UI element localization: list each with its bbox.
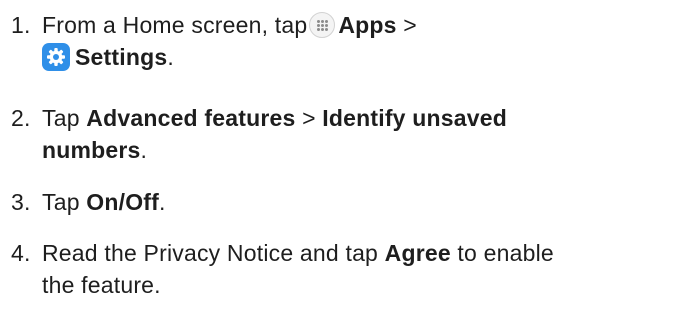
step-text: From a Home screen, tap Apps > Settings. xyxy=(42,9,672,73)
step-text-run: From a Home screen, tap xyxy=(42,12,308,38)
step-text-run: Tap xyxy=(42,105,87,131)
step-number: 4. xyxy=(11,240,31,266)
step-line: Tap Advanced features > Identify unsaved xyxy=(42,102,672,134)
step-text-run: . xyxy=(159,189,166,215)
settings-gear-icon xyxy=(42,43,70,71)
step-number: 1. xyxy=(11,12,31,38)
step-line: Settings. xyxy=(42,41,672,73)
step-text-run: Read the Privacy Notice and tap xyxy=(42,240,385,266)
on-off-label: On/Off xyxy=(86,189,160,215)
step-number: 2. xyxy=(11,105,31,131)
apps-icon xyxy=(309,12,336,38)
step-text-run: > xyxy=(396,12,417,38)
step-number: 3. xyxy=(11,189,31,215)
step-text-run: Tap xyxy=(42,189,87,215)
step-line: numbers. xyxy=(42,134,672,166)
step-line: From a Home screen, tap Apps > xyxy=(42,9,672,41)
apps-label: Apps xyxy=(338,12,397,38)
step-text-run: > xyxy=(295,105,323,131)
step-text: Read the Privacy Notice and tap Agree to… xyxy=(42,237,672,301)
settings-label: Settings xyxy=(75,44,168,70)
step-line: Read the Privacy Notice and tap Agree to… xyxy=(42,237,672,269)
numbers-label: numbers xyxy=(42,137,141,163)
agree-label: Agree xyxy=(384,240,451,266)
step-line: Tap On/Off. xyxy=(42,186,672,218)
identify-unsaved-label: Identify unsaved xyxy=(322,105,507,131)
step-text-run: to enable xyxy=(450,240,554,266)
step-text-run: . xyxy=(167,44,174,70)
step-text-run: . xyxy=(140,137,148,163)
step-text-run: the feature. xyxy=(42,272,161,298)
step-line: the feature. xyxy=(42,269,672,301)
step-text: Tap On/Off. xyxy=(42,186,672,218)
step-text: Tap Advanced features > Identify unsaved… xyxy=(42,102,672,166)
advanced-features-label: Advanced features xyxy=(86,105,296,131)
